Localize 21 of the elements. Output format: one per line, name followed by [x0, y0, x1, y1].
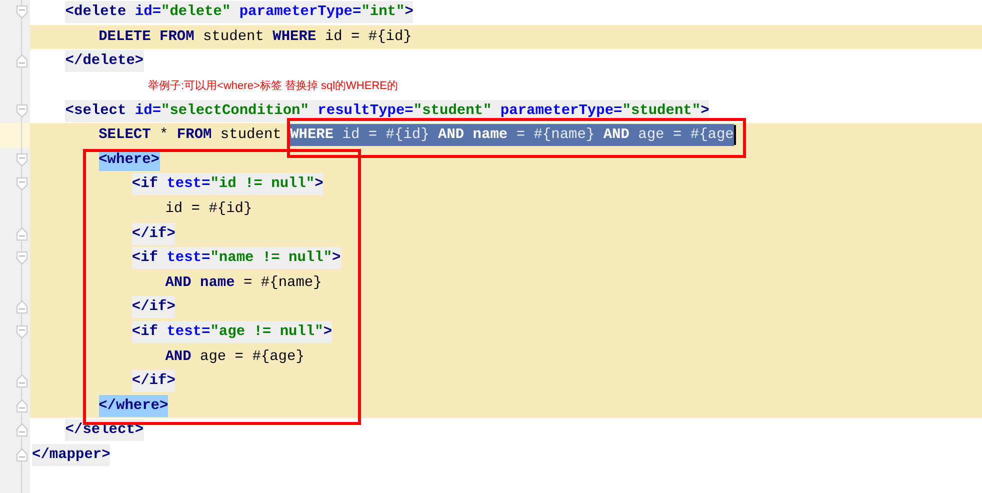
fold-marker-icon[interactable] — [16, 448, 28, 462]
fold-marker-icon[interactable] — [16, 374, 28, 388]
fold-marker-icon[interactable] — [16, 5, 28, 20]
fold-marker-icon[interactable] — [16, 300, 28, 314]
code-line: DELETE FROM student WHERE id = #{id} — [98, 28, 412, 47]
fold-marker-icon[interactable] — [16, 423, 28, 438]
fold-marker-icon[interactable] — [16, 251, 28, 266]
fold-marker-icon[interactable] — [16, 398, 28, 413]
code-line: AND name = #{name} — [165, 274, 322, 293]
code-line: AND age = #{age} — [165, 348, 304, 367]
selected-text: WHERE id = #{id} AND name = #{name} AND age = #{age — [290, 124, 734, 146]
fold-marker-icon[interactable] — [16, 104, 28, 118]
text-caret — [734, 125, 736, 146]
fold-marker-icon[interactable] — [16, 177, 28, 192]
fold-marker-icon[interactable] — [16, 54, 28, 68]
code-line: SELECT * FROM student — [98, 126, 282, 146]
fold-marker-icon[interactable] — [16, 226, 28, 241]
fold-marker-icon[interactable] — [16, 325, 28, 340]
fold-marker-icon[interactable] — [16, 152, 28, 167]
annotation-note: 举例子:可以用<where>标签 替换掉 sql的WHERE的 — [148, 78, 398, 94]
code-line: id = #{id} — [165, 200, 252, 220]
